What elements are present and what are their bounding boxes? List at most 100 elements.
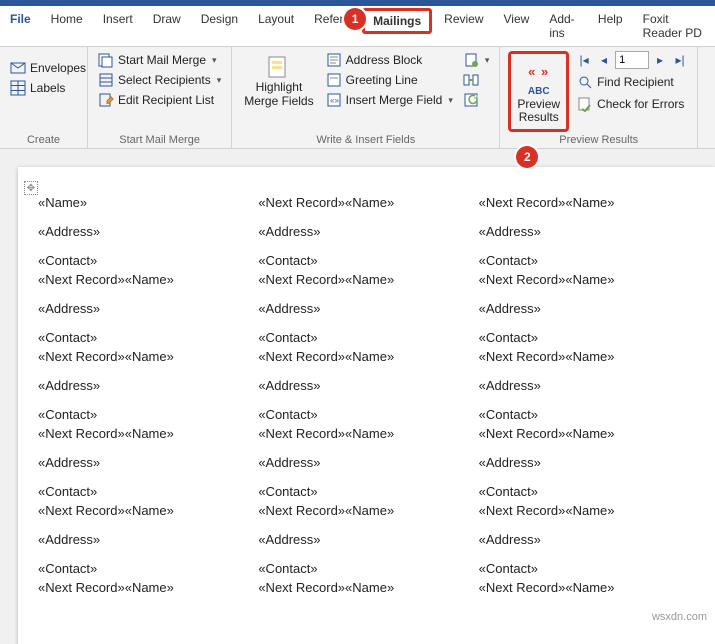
merge-field-cell[interactable]: «Next Record»«Name»: [256, 347, 476, 366]
labels-label: Labels: [30, 81, 65, 95]
merge-field-cell[interactable]: «Next Record»«Name»: [477, 424, 697, 443]
greeting-line-button[interactable]: Greeting Line: [324, 71, 455, 89]
merge-field-cell[interactable]: «Contact»: [36, 482, 256, 501]
insert-merge-field-button[interactable]: «» Insert Merge Field▾: [324, 91, 455, 109]
merge-field-cell[interactable]: «Contact»: [477, 405, 697, 424]
select-recipients-button[interactable]: Select Recipients▾: [96, 71, 223, 89]
record-number-input[interactable]: [615, 51, 649, 69]
watermark: wsxdn.com: [652, 611, 707, 623]
merge-field-cell[interactable]: «Next Record»«Name»: [477, 347, 697, 366]
merge-field-cell[interactable]: «Address»: [256, 530, 476, 549]
tab-mailings[interactable]: Mailings: [362, 8, 432, 34]
envelopes-button[interactable]: Envelopes: [8, 59, 88, 77]
merge-field-cell[interactable]: «Next Record»«Name»: [36, 501, 256, 520]
address-block-button[interactable]: Address Block: [324, 51, 455, 69]
merge-field-cell[interactable]: «Contact»: [36, 559, 256, 578]
merge-field-cell[interactable]: «Contact»: [36, 405, 256, 424]
merge-field-cell[interactable]: «Address»: [477, 530, 697, 549]
merge-field-cell[interactable]: «Contact»: [36, 251, 256, 270]
table-move-handle[interactable]: ✥: [24, 181, 38, 195]
merge-field-cell[interactable]: «Contact»: [477, 559, 697, 578]
next-record-button[interactable]: ▸: [651, 51, 669, 69]
insert-field-label: Insert Merge Field: [346, 93, 443, 107]
tab-file[interactable]: File: [0, 6, 41, 46]
merge-field-cell[interactable]: «Address»: [36, 376, 256, 395]
merge-field-cell[interactable]: «Address»: [256, 299, 476, 318]
tab-help[interactable]: Help: [588, 6, 633, 46]
chevron-down-icon: ▾: [217, 75, 222, 86]
tab-view[interactable]: View: [494, 6, 540, 46]
start-mail-merge-button[interactable]: Start Mail Merge▾: [96, 51, 223, 69]
tab-design[interactable]: Design: [191, 6, 248, 46]
tab-insert[interactable]: Insert: [93, 6, 143, 46]
merge-field-cell[interactable]: «Next Record»«Name»: [36, 578, 256, 597]
prev-record-button[interactable]: ◂: [595, 51, 613, 69]
last-record-button[interactable]: ▸|: [671, 51, 689, 69]
tab-draw[interactable]: Draw: [143, 6, 191, 46]
abc-label: ABC: [528, 86, 550, 98]
merge-field-cell[interactable]: «Contact»: [256, 559, 476, 578]
highlight-label: Highlight Merge Fields: [244, 81, 313, 109]
merge-field-cell[interactable]: «Next Record»«Name»: [477, 193, 697, 212]
merge-field-cell[interactable]: «Address»: [256, 222, 476, 241]
merge-field-cell[interactable]: «Contact»: [477, 328, 697, 347]
merge-field-cell[interactable]: «Address»: [36, 530, 256, 549]
merge-field-cell[interactable]: «Address»: [36, 222, 256, 241]
merge-field-cell[interactable]: «Next Record»«Name»: [36, 347, 256, 366]
merge-field-cell[interactable]: «Address»: [477, 376, 697, 395]
merge-field-cell[interactable]: «Next Record»«Name»: [256, 424, 476, 443]
merge-field-cell[interactable]: «Contact»: [477, 482, 697, 501]
merge-field-cell[interactable]: «Next Record»«Name»: [36, 270, 256, 289]
check-icon: [577, 96, 593, 112]
labels-table: «Name»«Next Record»«Name»«Next Record»«N…: [36, 193, 697, 597]
edit-recipient-list-button[interactable]: Edit Recipient List: [96, 91, 223, 109]
find-recipient-button[interactable]: Find Recipient: [575, 73, 689, 91]
envelope-icon: [10, 60, 26, 76]
merge-field-cell[interactable]: «Next Record»«Name»: [256, 270, 476, 289]
preview-results-button[interactable]: « » ABC Preview Results: [513, 56, 564, 127]
merge-field-cell[interactable]: «Next Record»«Name»: [256, 578, 476, 597]
address-block-label: Address Block: [346, 53, 423, 67]
envelopes-label: Envelopes: [30, 61, 86, 75]
greeting-label: Greeting Line: [346, 73, 418, 87]
merge-field-cell[interactable]: «Name»: [36, 193, 256, 212]
merge-field-cell[interactable]: «Address»: [477, 222, 697, 241]
document-area: ✥ «Name»«Next Record»«Name»«Next Record»…: [0, 149, 715, 644]
labels-button[interactable]: Labels: [8, 79, 88, 97]
tab-addins[interactable]: Add-ins: [539, 6, 588, 46]
match-fields-button[interactable]: [461, 71, 492, 89]
tab-review[interactable]: Review: [434, 6, 493, 46]
rules-button[interactable]: ▾: [461, 51, 492, 69]
recipients-icon: [98, 72, 114, 88]
merge-field-cell[interactable]: «Contact»: [256, 328, 476, 347]
page[interactable]: ✥ «Name»«Next Record»«Name»«Next Record»…: [18, 167, 715, 644]
update-labels-button[interactable]: [461, 91, 492, 109]
merge-field-cell[interactable]: «Contact»: [36, 328, 256, 347]
merge-field-cell[interactable]: «Next Record»«Name»: [477, 578, 697, 597]
merge-field-cell[interactable]: «Address»: [477, 453, 697, 472]
merge-field-cell[interactable]: «Address»: [256, 376, 476, 395]
merge-field-cell[interactable]: «Contact»: [256, 482, 476, 501]
chevron-down-icon: ▾: [212, 55, 217, 66]
merge-field-cell[interactable]: «Contact»: [477, 251, 697, 270]
merge-field-cell[interactable]: «Address»: [256, 453, 476, 472]
highlight-merge-fields-button[interactable]: Highlight Merge Fields: [240, 51, 317, 111]
check-errors-button[interactable]: Check for Errors: [575, 95, 689, 113]
search-icon: [577, 74, 593, 90]
tab-foxit[interactable]: Foxit Reader PD: [633, 6, 715, 46]
merge-field-cell[interactable]: «Next Record»«Name»: [256, 501, 476, 520]
merge-field-cell[interactable]: «Contact»: [256, 405, 476, 424]
merge-field-cell[interactable]: «Next Record»«Name»: [477, 270, 697, 289]
first-record-button[interactable]: |◂: [575, 51, 593, 69]
tab-layout[interactable]: Layout: [248, 6, 304, 46]
merge-field-cell[interactable]: «Address»: [477, 299, 697, 318]
merge-field-cell[interactable]: «Address»: [36, 453, 256, 472]
tab-home[interactable]: Home: [41, 6, 93, 46]
merge-field-cell[interactable]: «Next Record»«Name»: [256, 193, 476, 212]
callout-1: 1: [344, 8, 366, 30]
merge-field-cell[interactable]: «Address»: [36, 299, 256, 318]
merge-field-cell[interactable]: «Next Record»«Name»: [36, 424, 256, 443]
merge-field-cell[interactable]: «Contact»: [256, 251, 476, 270]
merge-field-cell[interactable]: «Next Record»«Name»: [477, 501, 697, 520]
match-fields-icon: [463, 72, 479, 88]
